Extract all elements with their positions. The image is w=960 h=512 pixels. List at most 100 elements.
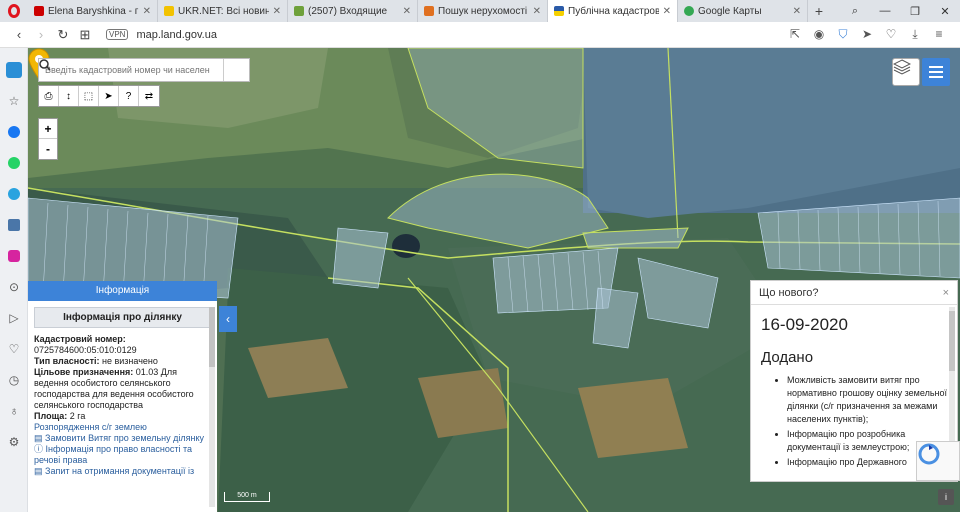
heart-icon[interactable]: ♡	[884, 27, 898, 42]
close-icon[interactable]: ×	[943, 281, 949, 305]
cadastral-search-input[interactable]	[39, 59, 223, 81]
tab-real-estate[interactable]: Пошук нерухомості ✕	[418, 0, 548, 22]
heart-icon[interactable]: ♡	[0, 333, 28, 364]
home-icon[interactable]	[0, 54, 28, 85]
documentation-request-link[interactable]: ▤ Запит на отримання документації із	[34, 466, 211, 477]
download-icon[interactable]: ⤓	[908, 27, 922, 42]
print-icon[interactable]: ⎙	[39, 86, 59, 106]
close-icon[interactable]: ✕	[663, 6, 671, 17]
close-icon[interactable]: ✕	[403, 6, 411, 17]
close-icon[interactable]: ✕	[533, 6, 541, 17]
vpn-badge[interactable]: VPN	[106, 29, 129, 40]
opera-logo-icon[interactable]	[0, 0, 28, 22]
news-item: Можливість замовити витяг про нормативно…	[787, 374, 947, 426]
news-date: 16-09-2020	[761, 315, 848, 334]
ukrnet-icon	[164, 6, 174, 16]
order-extract-link[interactable]: ▤ Замовити Витяг про земельну ділянку	[34, 433, 211, 444]
url-field[interactable]: map.land.gov.ua	[136, 29, 788, 41]
shield-icon[interactable]: ⛉	[836, 27, 850, 42]
forward-button[interactable]: ›	[30, 27, 52, 42]
parcel-info-title: Інформація про ділянку	[34, 307, 211, 328]
tab-ukrnet[interactable]: UKR.NET: Всі новини Ук✕	[158, 0, 288, 22]
camera-icon[interactable]: ◉	[812, 27, 826, 42]
tab-cadastral-map[interactable]: Публічна кадастрова к✕	[548, 0, 678, 22]
menu-icon[interactable]: ≡	[932, 27, 946, 42]
restore-button[interactable]: ❐	[900, 5, 930, 18]
browser-tab-bar: Elena Baryshkina - графф✕ UKR.NET: Всі н…	[0, 0, 960, 22]
messenger-icon[interactable]	[0, 116, 28, 147]
instagram-icon[interactable]	[0, 240, 28, 271]
cadastral-number-label: Кадастровий номер:	[34, 334, 126, 344]
star-icon[interactable]: ☆	[0, 85, 28, 116]
address-bar-actions: ⇱ ◉ ⛉ ➤ ♡ ⤓ ≡	[788, 27, 946, 42]
parcel-info-panel: Інформація Інформація про ділянку Кадаст…	[28, 281, 217, 512]
zoom-control: + -	[38, 118, 58, 160]
area-value: 2 га	[69, 411, 86, 421]
area-label: Площа:	[34, 411, 68, 421]
purpose-label: Цільове призначення:	[34, 367, 134, 377]
measure-area-icon[interactable]: ⬚	[79, 86, 99, 106]
tab-elena[interactable]: Elena Baryshkina - графф✕	[28, 0, 158, 22]
help-icon[interactable]: ?	[119, 86, 139, 106]
search-button[interactable]	[39, 59, 249, 81]
ownership-label: Тип власності:	[34, 356, 100, 366]
history-icon[interactable]: ◷	[0, 364, 28, 395]
hamburger-menu-button[interactable]	[922, 58, 950, 86]
youtube-icon	[34, 6, 44, 16]
map-info-button[interactable]: i	[938, 489, 954, 505]
settings-icon[interactable]: ⚙	[0, 426, 28, 457]
vk-icon[interactable]	[0, 209, 28, 240]
whats-new-title: Що нового?	[759, 287, 819, 299]
news-added-heading: Додано	[761, 349, 814, 366]
home-icon	[424, 6, 434, 16]
telegram-icon[interactable]	[0, 178, 28, 209]
recaptcha-icon	[918, 443, 940, 465]
speed-dial-icon[interactable]: ⊞	[74, 27, 96, 43]
send-icon[interactable]: ▷	[0, 302, 28, 333]
close-icon[interactable]: ✕	[273, 6, 281, 17]
share-icon[interactable]: ⇱	[788, 27, 802, 42]
recaptcha-badge[interactable]	[916, 441, 960, 481]
close-icon[interactable]: ✕	[793, 6, 801, 17]
map-toolbar: ⎙ ↕ ⬚ ➤ ? ⇄	[38, 85, 160, 107]
send-icon[interactable]: ➤	[860, 27, 874, 42]
collapse-panel-button[interactable]: ‹	[219, 306, 237, 332]
cadastral-search	[38, 58, 250, 82]
zoom-out-button[interactable]: -	[39, 139, 57, 159]
ukraine-flag-icon	[554, 6, 564, 16]
scale-bar: 500 m	[224, 492, 270, 502]
layers-button[interactable]	[892, 58, 920, 86]
window-controls: ⌕ — ❐ ✕	[840, 0, 960, 22]
tab-inbox[interactable]: (2507) Входящие ✕	[288, 0, 418, 22]
close-window-button[interactable]: ✕	[930, 5, 960, 18]
back-button[interactable]: ‹	[8, 27, 30, 42]
pointer-icon[interactable]: ➤	[99, 86, 119, 106]
address-bar: ‹ › ↻ ⊞ VPN map.land.gov.ua ⇱ ◉ ⛉ ➤ ♡ ⤓ …	[0, 22, 960, 48]
layers-switch-icon[interactable]: ⇄	[139, 86, 159, 106]
map-pin-icon	[684, 6, 694, 16]
minimize-button[interactable]: —	[870, 5, 900, 17]
ownership-rights-link[interactable]: ⓘ Інформація про право власності та речо…	[34, 444, 211, 466]
search-icon	[39, 59, 51, 71]
mail-icon	[294, 6, 304, 16]
whatsapp-icon[interactable]	[0, 147, 28, 178]
player-icon[interactable]: ⊙	[0, 271, 28, 302]
document-icon: ▤	[34, 466, 46, 476]
new-tab-button[interactable]: +	[808, 3, 830, 19]
cadastral-map[interactable]: ⎙ ↕ ⬚ ➤ ? ⇄ + - Інформація Інформація пр…	[28, 48, 960, 512]
reload-button[interactable]: ↻	[52, 27, 74, 43]
cadastral-number-value: 0725784600:05:010:0129	[34, 345, 137, 355]
opera-sidebar: ☆ ⊙ ▷ ♡ ◷ ♁ ⚙	[0, 48, 28, 512]
close-icon[interactable]: ✕	[143, 6, 151, 17]
ownership-value: не визначено	[102, 356, 158, 366]
measure-length-icon[interactable]: ↕	[59, 86, 79, 106]
disposal-link[interactable]: Розпорядження с/г землею	[34, 422, 211, 433]
bulb-icon[interactable]: ♁	[0, 395, 28, 426]
document-icon: ▤	[34, 433, 46, 443]
layers-icon	[893, 59, 911, 75]
search-tabs-icon[interactable]: ⌕	[840, 5, 870, 18]
info-scrollbar[interactable]	[209, 307, 215, 507]
info-panel-header: Інформація	[28, 281, 217, 301]
tab-google-maps[interactable]: Google Карты ✕	[678, 0, 808, 22]
zoom-in-button[interactable]: +	[39, 119, 57, 139]
